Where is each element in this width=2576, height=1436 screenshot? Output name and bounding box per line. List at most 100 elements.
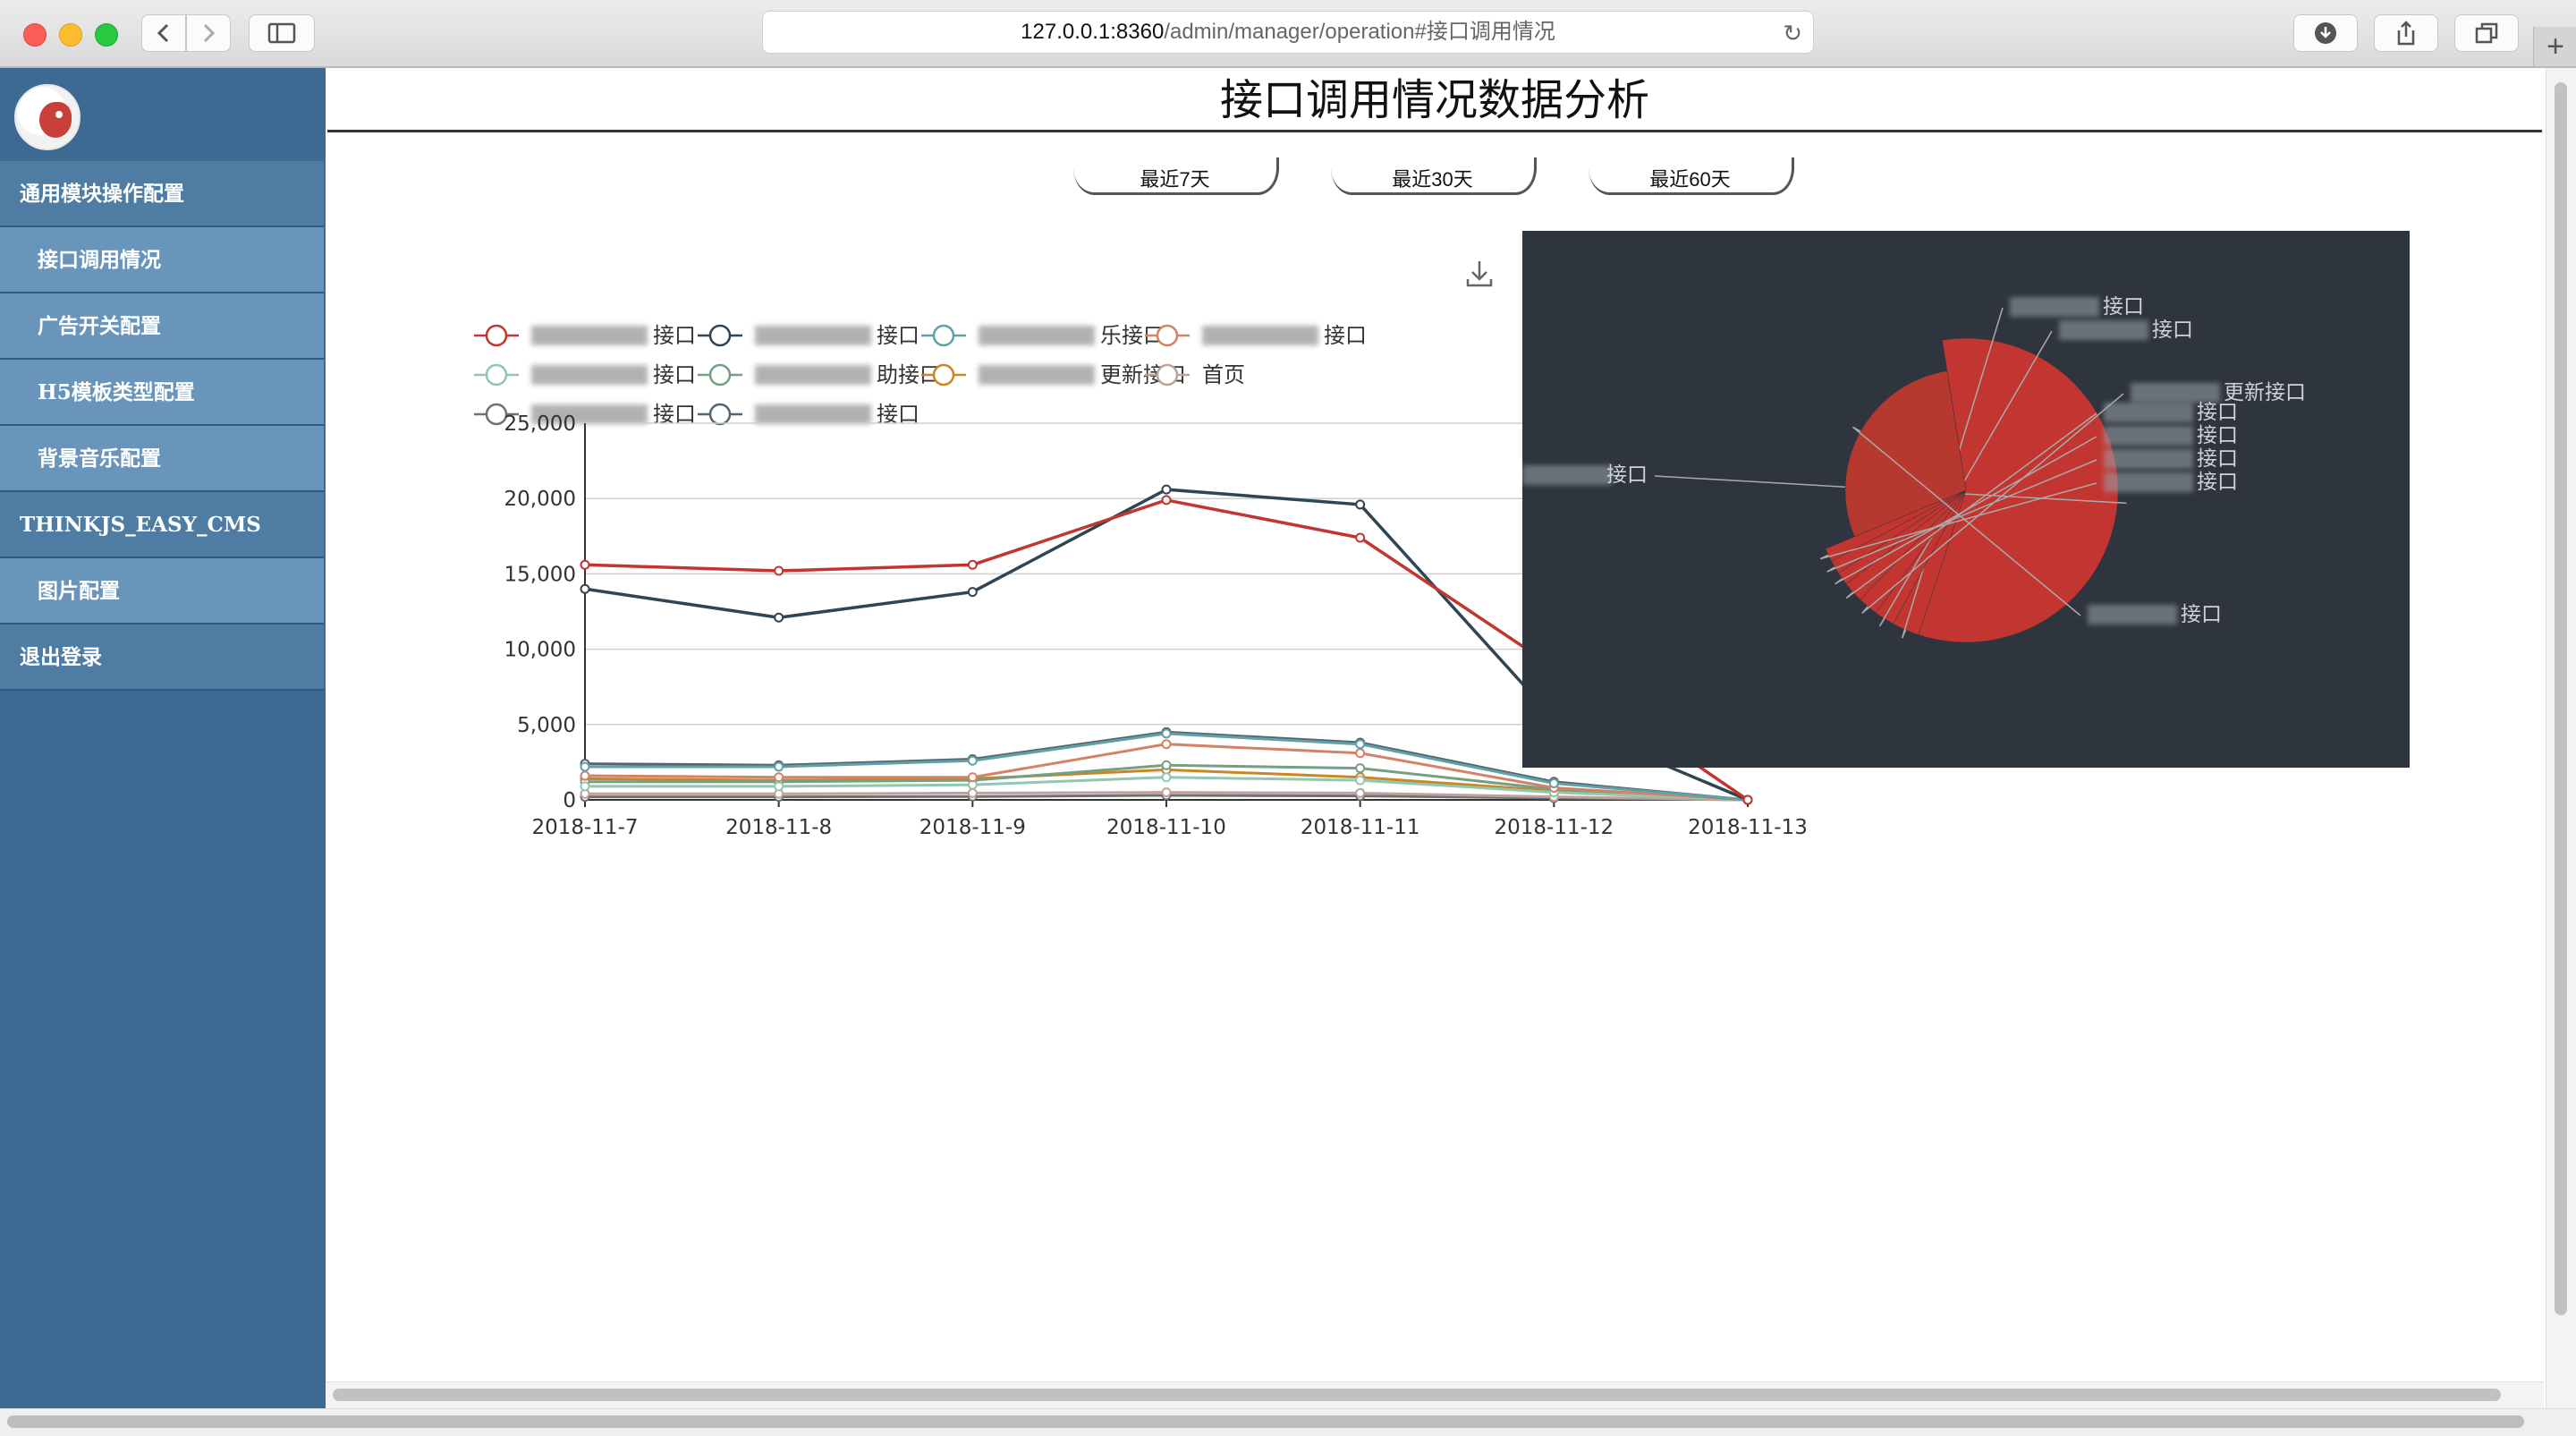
pie-label-redacted-5 xyxy=(2104,426,2193,446)
legend-item-2: 乐接口 xyxy=(921,323,1165,348)
pie-label-0: 接口 xyxy=(1606,463,1648,487)
window-minimize-button[interactable] xyxy=(59,23,82,47)
series-1-point-2 xyxy=(967,587,978,598)
legend-marker-5 xyxy=(708,363,732,387)
series-0-point-4 xyxy=(1355,532,1366,543)
sidebar-toggle-button[interactable] xyxy=(249,14,315,52)
sidebar-item-ad-switch[interactable]: 广告开关配置 xyxy=(0,293,324,360)
chevron-left-icon xyxy=(157,23,169,43)
tabs-overview-button[interactable] xyxy=(2454,14,2519,52)
range-60-days-label: 最近60天 xyxy=(1649,168,1731,191)
pie-label-5: 接口 xyxy=(2197,424,2238,447)
legend-item-3: 接口 xyxy=(1145,323,1367,348)
series-0-point-6 xyxy=(1742,794,1753,805)
address-bar[interactable]: 127.0.0.1:8360/admin/manager/operation#接… xyxy=(762,11,1814,54)
y-tick-label-0: 0 xyxy=(563,789,576,812)
series-3-point-0 xyxy=(580,770,590,781)
reload-icon[interactable]: ↻ xyxy=(1783,17,1802,49)
download-icon[interactable] xyxy=(1463,258,1496,290)
x-tick-label-2: 2018-11-9 xyxy=(919,816,1026,839)
series-3-point-4 xyxy=(1355,748,1366,759)
series-2-point-1 xyxy=(774,761,784,772)
horizontal-scrollbar-thumb[interactable] xyxy=(333,1389,2501,1401)
series-7-point-2 xyxy=(967,787,978,798)
legend-redacted-1 xyxy=(755,326,871,345)
url-path: /admin/manager/operation#接口调用情况 xyxy=(1164,20,1555,44)
share-button[interactable] xyxy=(2374,14,2438,52)
legend-label-7: 首页 xyxy=(1202,362,1245,387)
sidebar-item-h5-template[interactable]: H5模板类型配置 xyxy=(0,360,324,426)
legend-redacted-4 xyxy=(531,365,648,385)
legend-redacted-6 xyxy=(979,365,1095,385)
legend-label-3: 接口 xyxy=(1324,323,1367,348)
range-60-days-button[interactable]: 最近60天 xyxy=(1589,157,1794,195)
legend-item-5: 助接口 xyxy=(698,362,941,387)
x-tick-label-6: 2018-11-13 xyxy=(1688,816,1808,839)
legend-redacted-9 xyxy=(755,404,871,424)
legend-redacted-2 xyxy=(979,326,1095,345)
legend-marker-0 xyxy=(485,324,508,347)
window-zoom-button[interactable] xyxy=(95,23,118,47)
legend-item-4: 接口 xyxy=(474,362,696,387)
series-0-point-3 xyxy=(1161,495,1172,506)
legend-redacted-3 xyxy=(1202,326,1318,345)
pie-label-6: 接口 xyxy=(2197,447,2238,471)
pie-label-8: 接口 xyxy=(2181,603,2222,626)
sidebar-icon xyxy=(267,22,296,44)
pie-label-2: 接口 xyxy=(2152,319,2193,342)
download-circle-icon xyxy=(2315,22,2336,44)
back-button[interactable] xyxy=(141,14,186,52)
x-tick-label-3: 2018-11-10 xyxy=(1106,816,1226,839)
sidebar-group-thinkjs[interactable]: THINKJS_EASY_CMS xyxy=(0,492,324,558)
sidebar-item-bg-music[interactable]: 背景音乐配置 xyxy=(0,426,324,492)
legend-item-1: 接口 xyxy=(698,323,919,348)
legend-item-0: 接口 xyxy=(474,323,696,348)
avatar xyxy=(14,84,80,150)
pie-label-1: 接口 xyxy=(2103,295,2144,319)
series-2-point-2 xyxy=(967,755,978,766)
forward-button[interactable] xyxy=(186,14,231,52)
window-close-button[interactable] xyxy=(23,23,47,47)
avatar-bird xyxy=(39,102,72,138)
series-2-point-4 xyxy=(1355,739,1366,750)
series-3-point-1 xyxy=(774,772,784,783)
downloads-button[interactable] xyxy=(2293,14,2358,52)
sidebar-item-logout[interactable]: 退出登录 xyxy=(0,625,324,691)
pie-label-redacted-3 xyxy=(2131,383,2220,403)
series-3-point-3 xyxy=(1161,739,1172,750)
x-tick-label-0: 2018-11-7 xyxy=(531,816,638,839)
legend-marker-9 xyxy=(708,403,732,426)
x-tick-label-5: 2018-11-12 xyxy=(1494,816,1614,839)
series-1-point-1 xyxy=(774,612,784,623)
sidebar: 通用模块操作配置 接口调用情况 广告开关配置 H5模板类型配置 背景音乐配置 T… xyxy=(0,68,326,1408)
y-tick-label-1: 5,000 xyxy=(517,714,576,737)
pie-label-redacted-6 xyxy=(2104,449,2193,469)
range-30-days-button[interactable]: 最近30天 xyxy=(1331,157,1537,195)
series-2-point-3 xyxy=(1161,728,1172,739)
series-0-point-1 xyxy=(774,565,784,576)
pie-chart: 接口接口接口更新接口接口接口接口接口接口 xyxy=(1522,231,2410,768)
range-7-days-label: 最近7天 xyxy=(1140,168,1210,191)
range-30-days-label: 最近30天 xyxy=(1392,168,1473,191)
legend-marker-7 xyxy=(1156,363,1179,387)
series-1-point-4 xyxy=(1355,499,1366,510)
y-tick-label-5: 25,000 xyxy=(504,412,576,436)
title-divider xyxy=(327,130,2542,132)
window-horizontal-scrollbar-thumb[interactable] xyxy=(7,1415,2524,1428)
series-0-point-2 xyxy=(967,559,978,570)
y-tick-label-2: 10,000 xyxy=(504,639,576,662)
pie-label-redacted-7 xyxy=(2104,472,2193,492)
sidebar-item-api-calls[interactable]: 接口调用情况 xyxy=(0,227,324,293)
series-3-point-2 xyxy=(967,772,978,783)
series-5-point-3 xyxy=(1161,760,1172,770)
sidebar-item-image-config[interactable]: 图片配置 xyxy=(0,558,324,625)
vertical-scrollbar-thumb[interactable] xyxy=(2555,82,2567,1315)
legend-marker-1 xyxy=(708,324,732,347)
new-tab-button[interactable]: + xyxy=(2533,27,2576,66)
legend-marker-2 xyxy=(932,324,955,347)
sidebar-group-common-config[interactable]: 通用模块操作配置 xyxy=(0,161,324,227)
series-0-point-0 xyxy=(580,559,590,570)
chevron-right-icon xyxy=(203,23,216,43)
range-7-days-button[interactable]: 最近7天 xyxy=(1073,157,1279,195)
x-tick-label-1: 2018-11-8 xyxy=(725,816,832,839)
